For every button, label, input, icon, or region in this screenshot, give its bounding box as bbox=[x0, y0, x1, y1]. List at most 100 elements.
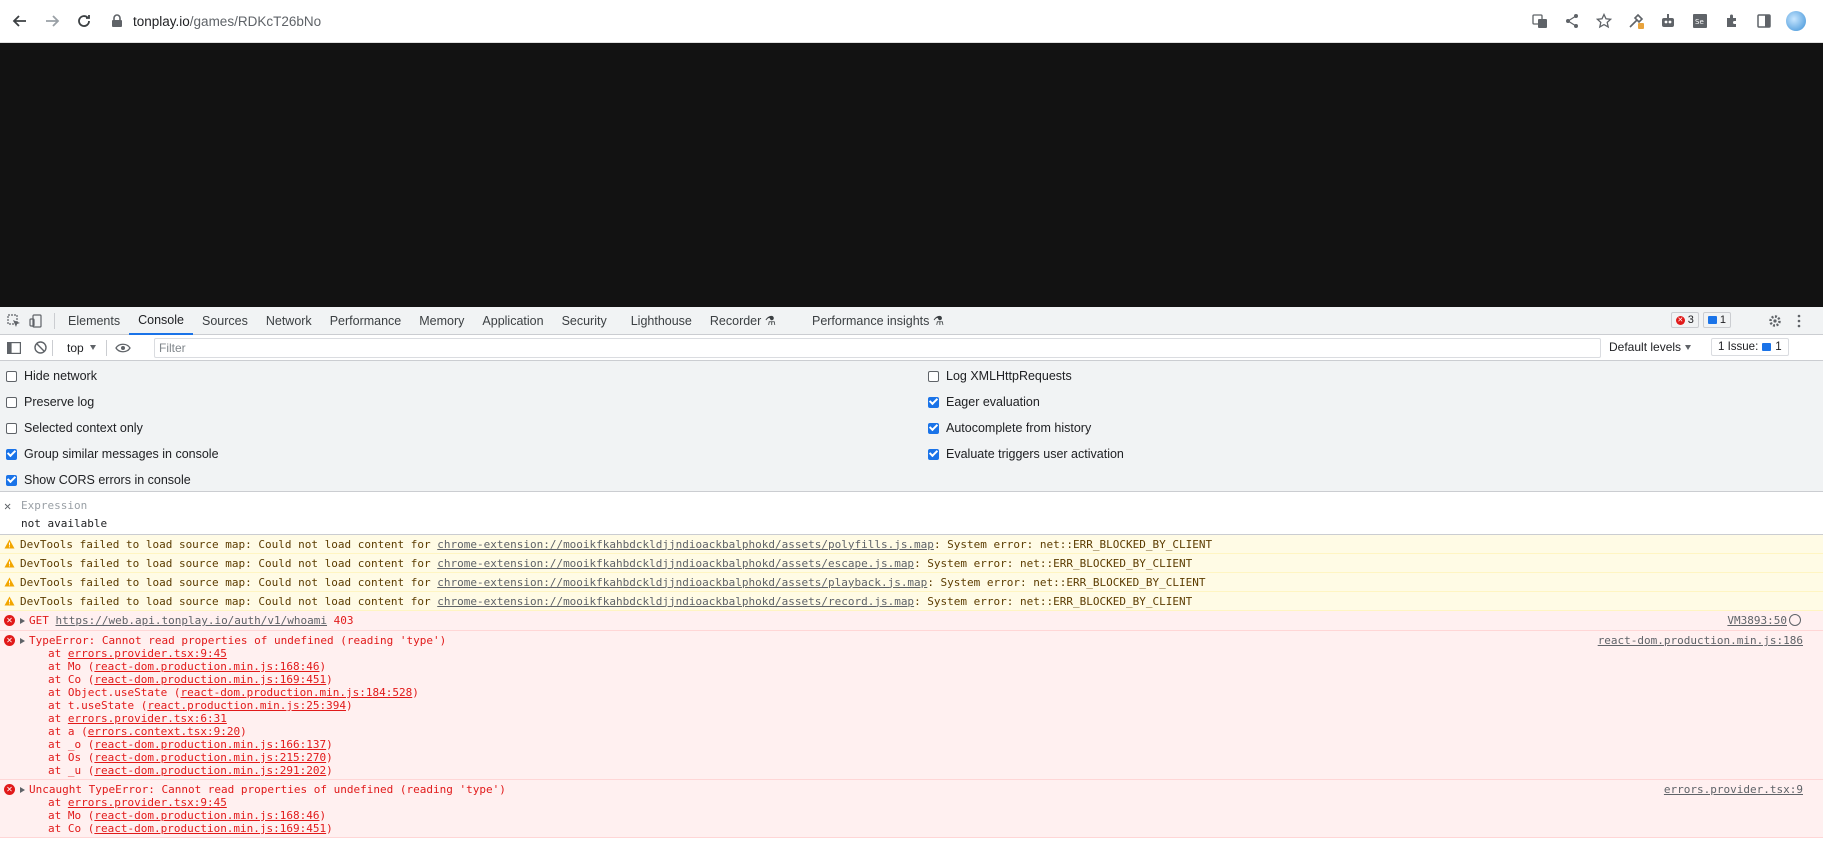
lock-icon[interactable] bbox=[109, 13, 125, 29]
frame-suffix: ) bbox=[346, 699, 353, 712]
settings-gear-icon[interactable] bbox=[1767, 313, 1783, 329]
eyedropper-extension-icon[interactable] bbox=[1625, 10, 1647, 32]
log-xhr-label: Log XMLHttpRequests bbox=[946, 369, 1072, 383]
autocomplete-history-option[interactable]: Autocomplete from history bbox=[928, 421, 1091, 435]
frame-link[interactable]: react-dom.production.min.js:169:451 bbox=[94, 822, 326, 835]
divider bbox=[52, 339, 53, 356]
reload-button[interactable] bbox=[73, 10, 95, 32]
inspect-element-icon[interactable] bbox=[6, 313, 22, 329]
page-viewport[interactable] bbox=[0, 43, 1823, 307]
frame-link[interactable]: errors.provider.tsx:9:45 bbox=[68, 647, 227, 660]
log-xhr-checkbox[interactable] bbox=[928, 370, 939, 382]
clear-console-icon[interactable] bbox=[32, 340, 48, 356]
type-error-message[interactable]: ✕ TypeError: Cannot read properties of u… bbox=[0, 631, 1823, 780]
frame-link[interactable]: react-dom.production.min.js:168:46 bbox=[94, 660, 319, 673]
selected-context-checkbox[interactable] bbox=[6, 422, 17, 434]
network-error-message[interactable]: ✕ GET https://web.api.tonplay.io/auth/v1… bbox=[0, 611, 1823, 631]
frame-link[interactable]: react.production.min.js:25:394 bbox=[147, 699, 346, 712]
frame-suffix: ) bbox=[326, 822, 333, 835]
url-host: tonplay.io bbox=[133, 13, 190, 29]
share-icon[interactable] bbox=[1561, 10, 1583, 32]
log-levels-dropdown[interactable]: Default levels bbox=[1609, 340, 1692, 354]
autocomplete-history-checkbox[interactable] bbox=[928, 422, 939, 434]
tab-performance-insights[interactable]: Performance insights ⚗ bbox=[803, 307, 953, 335]
source-map-link[interactable]: chrome-extension://mooikfkahbdckldjjndio… bbox=[437, 576, 927, 589]
puzzle-extensions-icon[interactable] bbox=[1721, 10, 1743, 32]
source-location-link[interactable]: errors.provider.tsx:9 bbox=[1664, 783, 1803, 796]
expression-input[interactable]: Expression bbox=[21, 499, 87, 512]
hide-network-label: Hide network bbox=[24, 369, 97, 383]
message-icon bbox=[1762, 343, 1772, 351]
arrow-right-icon bbox=[46, 15, 60, 27]
frame-link[interactable]: react-dom.production.min.js:169:451 bbox=[94, 673, 326, 686]
forward-button[interactable] bbox=[41, 10, 63, 32]
expand-triangle-icon[interactable] bbox=[20, 787, 25, 793]
translate-icon[interactable] bbox=[1529, 10, 1551, 32]
tab-recorder[interactable]: Recorder ⚗ bbox=[701, 307, 785, 335]
tab-network[interactable]: Network bbox=[257, 307, 321, 335]
evaluate-triggers-option[interactable]: Evaluate triggers user activation bbox=[928, 447, 1124, 461]
expand-triangle-icon[interactable] bbox=[20, 638, 25, 644]
tab-memory[interactable]: Memory bbox=[410, 307, 473, 335]
tab-elements[interactable]: Elements bbox=[59, 307, 129, 335]
group-similar-option[interactable]: Group similar messages in console bbox=[6, 447, 219, 461]
eager-evaluation-checkbox[interactable] bbox=[928, 396, 939, 408]
preserve-log-option[interactable]: Preserve log bbox=[6, 395, 94, 409]
filter-input[interactable]: Filter bbox=[154, 338, 1601, 358]
source-map-link[interactable]: chrome-extension://mooikfkahbdckldjjndio… bbox=[437, 557, 914, 570]
http-method: GET bbox=[29, 614, 49, 627]
more-options-icon[interactable] bbox=[1791, 313, 1807, 329]
uncaught-error-message[interactable]: ✕ Uncaught TypeError: Cannot read proper… bbox=[0, 780, 1823, 838]
tab-sources[interactable]: Sources bbox=[193, 307, 257, 335]
hide-network-checkbox[interactable] bbox=[6, 370, 17, 382]
live-expression-eye-icon[interactable] bbox=[114, 340, 131, 356]
frame-link[interactable]: errors.provider.tsx:9:45 bbox=[68, 796, 227, 809]
eager-evaluation-option[interactable]: Eager evaluation bbox=[928, 395, 1040, 409]
cors-errors-option[interactable]: Show CORS errors in console bbox=[6, 473, 191, 487]
expand-triangle-icon[interactable] bbox=[20, 618, 25, 624]
frame-link[interactable]: react-dom.production.min.js:166:137 bbox=[94, 738, 326, 751]
star-icon[interactable] bbox=[1593, 10, 1615, 32]
issues-button[interactable]: 1 Issue: 1 bbox=[1711, 338, 1789, 356]
request-url-link[interactable]: https://web.api.tonplay.io/auth/v1/whoam… bbox=[56, 614, 328, 627]
source-map-link[interactable]: chrome-extension://mooikfkahbdckldjjndio… bbox=[437, 595, 914, 608]
message-count-badge[interactable]: 1 bbox=[1702, 312, 1731, 328]
tab-console[interactable]: Console bbox=[129, 307, 193, 335]
device-toolbar-icon[interactable] bbox=[28, 313, 44, 329]
frame-link[interactable]: react-dom.production.min.js:184:528 bbox=[180, 686, 412, 699]
log-xhr-option[interactable]: Log XMLHttpRequests bbox=[928, 369, 1072, 383]
issues-label: 1 Issue: bbox=[1718, 341, 1759, 353]
error-count-badge[interactable]: ✕ 3 bbox=[1670, 312, 1699, 328]
divider bbox=[54, 312, 55, 329]
frame-link[interactable]: errors.context.tsx:9:20 bbox=[88, 725, 240, 738]
back-button[interactable] bbox=[9, 10, 31, 32]
source-map-link[interactable]: chrome-extension://mooikfkahbdckldjjndio… bbox=[437, 538, 934, 551]
sidebar-toggle-icon[interactable] bbox=[6, 340, 22, 356]
selenium-extension-icon[interactable]: Se bbox=[1689, 10, 1711, 32]
side-panel-icon[interactable] bbox=[1753, 10, 1775, 32]
group-similar-checkbox[interactable] bbox=[6, 448, 17, 460]
source-location-link[interactable]: react-dom.production.min.js:186 bbox=[1598, 634, 1803, 647]
context-selector[interactable]: top bbox=[67, 341, 96, 355]
frame-link[interactable]: react-dom.production.min.js:215:270 bbox=[94, 751, 326, 764]
tab-security[interactable]: Security bbox=[553, 307, 616, 335]
address-bar[interactable]: tonplay.io/games/RDKcT26bNo bbox=[133, 14, 321, 29]
frame-link[interactable]: react-dom.production.min.js:291:202 bbox=[94, 764, 326, 777]
profile-avatar[interactable] bbox=[1785, 10, 1807, 32]
preserve-log-checkbox[interactable] bbox=[6, 396, 17, 408]
hide-network-option[interactable]: Hide network bbox=[6, 369, 97, 383]
globe-icon[interactable] bbox=[1789, 614, 1801, 626]
tab-application[interactable]: Application bbox=[473, 307, 552, 335]
close-icon[interactable]: ✕ bbox=[4, 499, 11, 513]
cors-errors-checkbox[interactable] bbox=[6, 474, 17, 486]
evaluate-triggers-checkbox[interactable] bbox=[928, 448, 939, 460]
tab-performance[interactable]: Performance bbox=[321, 307, 411, 335]
tab-lighthouse[interactable]: Lighthouse bbox=[622, 307, 701, 335]
source-location-link[interactable]: VM3893:50 bbox=[1727, 614, 1787, 627]
stack-frame: at a (errors.context.tsx:9:20) bbox=[48, 725, 1823, 738]
frame-link[interactable]: react-dom.production.min.js:168:46 bbox=[94, 809, 319, 822]
selected-context-option[interactable]: Selected context only bbox=[6, 421, 143, 435]
robot-extension-icon[interactable] bbox=[1657, 10, 1679, 32]
frame-prefix: at Mo ( bbox=[48, 809, 95, 822]
frame-link[interactable]: errors.provider.tsx:6:31 bbox=[68, 712, 227, 725]
